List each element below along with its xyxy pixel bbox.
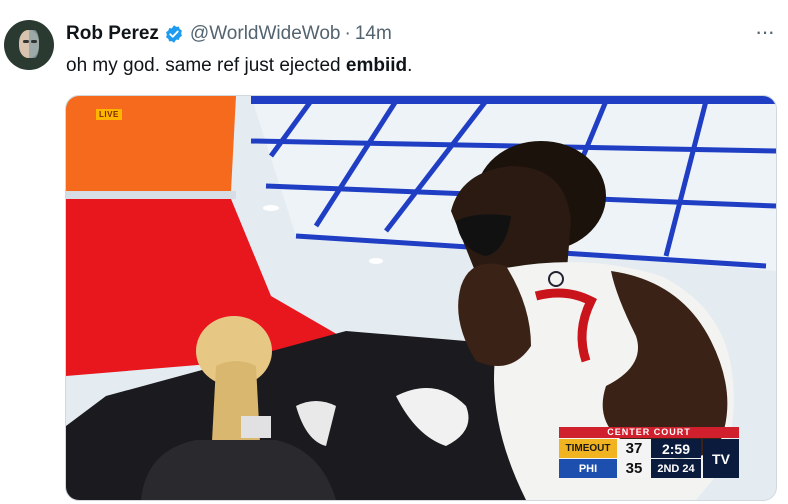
scorebug-team: PHI	[559, 459, 617, 478]
separator-dot: ·	[344, 23, 351, 44]
scorebug-period: 2ND 24	[651, 459, 701, 478]
tweet-video[interactable]: LIVE CENTER COURT TIMEOUT 37 2:59 PHI 35…	[65, 95, 777, 501]
nba-tv-logo: TV	[703, 439, 739, 478]
scorebug-team: TIMEOUT	[559, 439, 617, 458]
verified-badge-icon	[166, 25, 182, 43]
avatar-eye	[23, 40, 29, 43]
tweet-text-prefix: oh my god. same ref just ejected	[66, 55, 346, 76]
tweet-timestamp[interactable]: 14m	[355, 23, 392, 45]
live-badge: LIVE	[96, 109, 122, 120]
scorebug-banner: CENTER COURT	[559, 427, 739, 438]
scorebug-score: 35	[617, 459, 651, 478]
tweet-text-suffix: .	[407, 55, 413, 76]
scorebug-score: 37	[617, 439, 651, 458]
author-avatar[interactable]	[4, 20, 54, 70]
tweet-text-bold: embiid	[345, 55, 408, 76]
author-name[interactable]: Rob Perez	[66, 23, 159, 45]
scorebug-clock: 2:59	[651, 439, 701, 458]
scorebug: CENTER COURT TIMEOUT 37 2:59 PHI 35 2ND …	[559, 427, 739, 479]
tweet-text: oh my god. same ref just ejected embiid.	[66, 55, 412, 77]
avatar-mask	[29, 30, 39, 58]
avatar-eye	[31, 40, 37, 43]
author-handle[interactable]: @WorldWideWob	[190, 23, 341, 45]
tweet-header: Rob Perez @WorldWideWob · 14m	[66, 22, 392, 46]
more-options-icon[interactable]: ···	[755, 20, 775, 44]
